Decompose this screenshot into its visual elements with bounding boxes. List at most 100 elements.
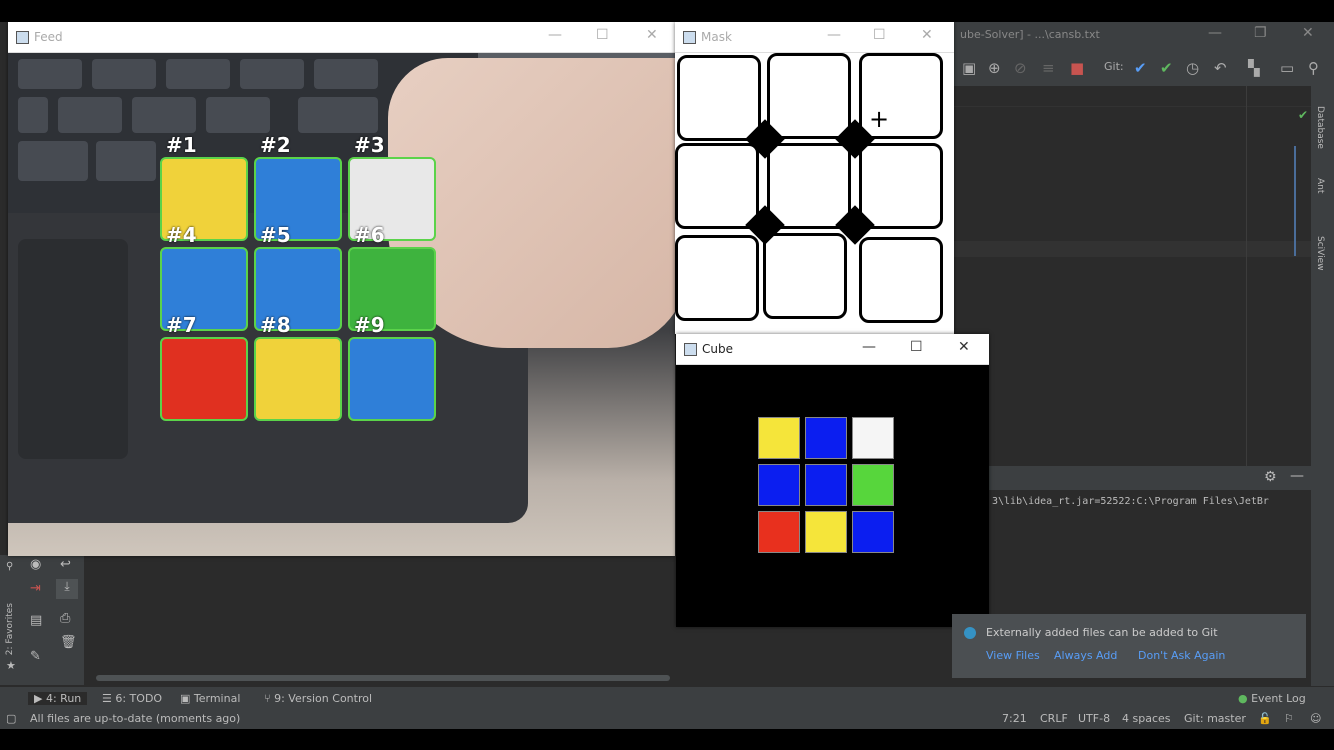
find-icon[interactable]: ⚲ xyxy=(1308,58,1319,78)
notifications-icon[interactable]: ☺ xyxy=(1310,712,1321,725)
tab-version-control-label: 9: Version Control xyxy=(274,692,373,705)
detected-sticker xyxy=(254,337,342,421)
tool-tab-ant[interactable]: Ant xyxy=(1315,178,1325,193)
tab-terminal[interactable]: ▣ Terminal xyxy=(180,692,240,705)
mask-minimize-icon[interactable]: — xyxy=(827,27,841,43)
feed-window: Feed — ☐ ✕ #1 #2 #3 #4 #5 #6 #7 #8 #9 xyxy=(8,22,675,556)
mask-cell xyxy=(677,55,761,141)
tab-version-control[interactable]: ⑂ 9: Version Control xyxy=(264,692,372,705)
cube-titlebar[interactable]: Cube — ☐ ✕ xyxy=(676,334,989,365)
feed-titlebar[interactable]: Feed — ☐ ✕ xyxy=(8,22,675,53)
print-icon[interactable]: ⎙ xyxy=(60,611,70,626)
view-files-link[interactable]: View Files xyxy=(986,649,1040,662)
layout-icon[interactable]: ▤ xyxy=(30,613,42,628)
mask-maximize-icon[interactable]: ☐ xyxy=(873,27,886,43)
mask-cell xyxy=(767,53,851,139)
git-update-icon[interactable]: ✔ xyxy=(1134,58,1147,78)
layout-icon[interactable]: ▭ xyxy=(1280,58,1294,78)
cube-cell xyxy=(758,464,800,506)
settings-gear-icon[interactable]: ⚙ xyxy=(1264,469,1277,485)
detected-sticker xyxy=(348,337,436,421)
inspector-icon[interactable]: ⚐ xyxy=(1284,712,1294,725)
trash-icon[interactable]: 🗑 xyxy=(60,635,77,650)
notification-message: Externally added files can be added to G… xyxy=(986,626,1218,639)
sticker-label: #7 xyxy=(166,313,197,337)
stop-icon[interactable]: ■ xyxy=(1070,58,1084,78)
pin-tab-icon[interactable]: ✎ xyxy=(30,649,41,664)
sticker-label: #5 xyxy=(260,223,291,247)
inspection-ok-icon: ✔ xyxy=(1298,108,1309,122)
dont-ask-again-link[interactable]: Don't Ask Again xyxy=(1138,649,1225,662)
tab-terminal-label: Terminal xyxy=(193,692,241,705)
always-add-link[interactable]: Always Add xyxy=(1054,649,1117,662)
sticker-label: #2 xyxy=(260,133,291,157)
tool-tab-database[interactable]: Database xyxy=(1315,106,1325,149)
camera-icon[interactable]: ◉ xyxy=(30,557,41,572)
revert-icon[interactable]: ↶ xyxy=(1214,58,1227,78)
cube-cell xyxy=(852,511,894,553)
git-commit-icon[interactable]: ✔ xyxy=(1160,58,1173,78)
cube-maximize-icon[interactable]: ☐ xyxy=(910,339,923,355)
scroll-to-end-icon[interactable]: ⤓ xyxy=(56,579,78,599)
console-line: 3\lib\idea_rt.jar=52522:C:\Program Files… xyxy=(992,496,1269,507)
mask-close-icon[interactable]: ✕ xyxy=(921,27,933,43)
indent-setting[interactable]: 4 spaces xyxy=(1122,712,1171,725)
ide-window-title: ube-Solver] - ...\cansb.txt xyxy=(960,28,1100,41)
mask-cell xyxy=(859,143,943,229)
pin-icon[interactable]: ⚲ xyxy=(6,561,13,572)
sticker-label: #9 xyxy=(354,313,385,337)
ide-close-icon[interactable]: ✕ xyxy=(1302,25,1314,41)
build-icon[interactable]: ▣ xyxy=(962,58,976,78)
cube-preview xyxy=(676,365,989,627)
status-bar: ▢ All files are up-to-date (moments ago)… xyxy=(0,709,1334,729)
favorites-star-icon: ★ xyxy=(6,659,16,672)
tab-todo[interactable]: ☰ 6: TODO xyxy=(102,692,162,705)
camera-feed: #1 #2 #3 #4 #5 #6 #7 #8 #9 xyxy=(8,53,675,556)
tool-tab-sciview[interactable]: SciView xyxy=(1315,236,1325,271)
cube-close-icon[interactable]: ✕ xyxy=(958,339,970,355)
cube-cell xyxy=(758,417,800,459)
cube-app-icon xyxy=(684,343,697,356)
cube-minimize-icon[interactable]: — xyxy=(862,339,876,355)
line-separator[interactable]: CRLF xyxy=(1040,712,1068,725)
editor-scrollbar[interactable] xyxy=(1294,146,1296,256)
debug-icon[interactable]: ⊘ xyxy=(1014,58,1027,78)
mask-cell xyxy=(763,233,847,319)
coverage-icon[interactable]: ≡ xyxy=(1042,58,1055,78)
editor-area[interactable]: ✔ xyxy=(954,86,1311,466)
horizontal-scrollbar[interactable] xyxy=(96,675,670,681)
cube-cell xyxy=(805,417,847,459)
exit-icon[interactable]: ⇥ xyxy=(30,581,41,596)
git-label: Git: xyxy=(1104,60,1124,73)
mask-title: Mask xyxy=(701,30,732,44)
tab-event-log-label: Event Log xyxy=(1251,692,1306,705)
tab-run[interactable]: ▶ 4: Run xyxy=(28,692,88,705)
run-toolbar: ◉ ↩ ⇥ ⤓ ▤ ⎙ 🗑 ✎ xyxy=(24,555,84,685)
lock-icon[interactable]: 🔓 xyxy=(1258,712,1272,725)
hide-panel-icon[interactable]: — xyxy=(1290,468,1304,484)
mask-titlebar[interactable]: Mask — ☐ ✕ xyxy=(675,22,954,53)
mask-cell xyxy=(767,143,851,229)
right-tool-strip: Database Ant SciView xyxy=(1311,86,1334,686)
tool-tab-favorites[interactable]: 2: Favorites xyxy=(5,603,15,655)
mask-image: + xyxy=(675,53,954,334)
status-toggle-icon[interactable]: ▢ xyxy=(6,712,16,725)
caret-position[interactable]: 7:21 xyxy=(1002,712,1027,725)
ide-minimize-icon[interactable]: — xyxy=(1208,25,1222,41)
tab-event-log[interactable]: ● Event Log xyxy=(1238,692,1306,705)
ide-restore-icon[interactable]: ❐ xyxy=(1254,25,1267,41)
file-encoding[interactable]: UTF-8 xyxy=(1078,712,1110,725)
sticker-label: #6 xyxy=(354,223,385,247)
mask-app-icon xyxy=(683,31,696,44)
feed-minimize-icon[interactable]: — xyxy=(548,27,562,43)
soft-wrap-icon[interactable]: ↩ xyxy=(60,557,71,572)
history-icon[interactable]: ◷ xyxy=(1186,58,1199,78)
bottom-tool-tabs: ▶ 4: Run ☰ 6: TODO ▣ Terminal ⑂ 9: Versi… xyxy=(0,686,1334,711)
project-structure-icon[interactable]: ▚ xyxy=(1248,58,1260,78)
mask-cell xyxy=(675,143,759,229)
feed-maximize-icon[interactable]: ☐ xyxy=(596,27,609,43)
git-branch[interactable]: Git: master xyxy=(1184,712,1246,725)
search-icon[interactable]: ⊕ xyxy=(988,58,1001,78)
git-notification: Externally added files can be added to G… xyxy=(952,614,1306,678)
feed-close-icon[interactable]: ✕ xyxy=(646,27,658,43)
